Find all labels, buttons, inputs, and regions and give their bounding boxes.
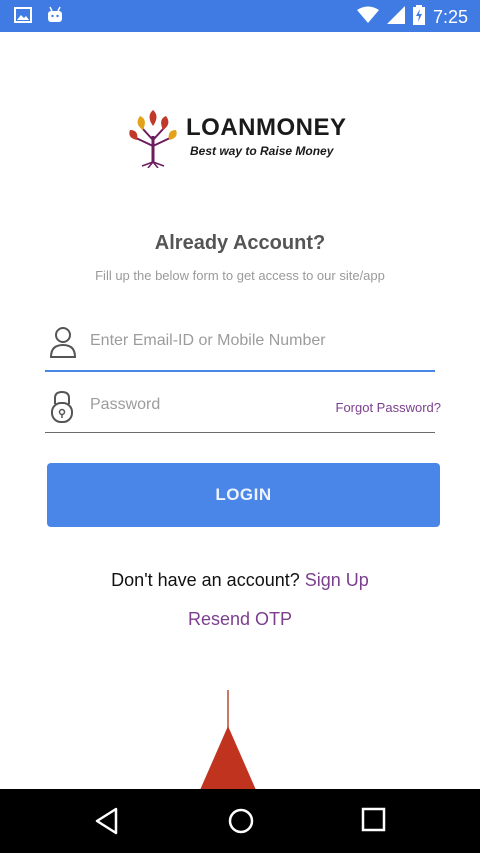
navigation-bar: [0, 789, 480, 853]
email-field: [45, 318, 435, 372]
page-title: Already Account?: [154, 232, 326, 254]
signal-icon: [386, 6, 405, 28]
resend-otp-link[interactable]: Resend OTP: [0, 609, 480, 630]
login-button[interactable]: LOGIN: [47, 463, 440, 527]
status-time: 7:25: [432, 6, 468, 27]
signup-link[interactable]: Sign Up: [305, 570, 369, 590]
user-icon: [49, 326, 77, 362]
battery-charging-icon: [412, 5, 425, 29]
back-icon[interactable]: [94, 807, 120, 839]
no-account-text: Don't have an account?: [111, 570, 300, 590]
password-field: Forgot Password?: [45, 382, 441, 433]
home-icon[interactable]: [227, 807, 255, 839]
tree-logo-icon: [129, 110, 177, 168]
lock-icon: [49, 390, 75, 428]
recents-icon[interactable]: [361, 807, 387, 837]
brand-name: LOANMONEY: [186, 114, 347, 141]
password-input[interactable]: [90, 392, 340, 418]
signup-prompt: Don't have an account? Sign Up: [0, 570, 480, 591]
android-icon: [46, 6, 64, 28]
email-input[interactable]: [90, 328, 340, 354]
image-icon: [14, 7, 32, 27]
decorative-spire-image: [196, 690, 260, 794]
brand-logo: LOANMONEY Best way to Raise Money: [124, 106, 364, 168]
status-bar: 7:25: [0, 0, 480, 32]
forgot-password-link[interactable]: Forgot Password?: [336, 400, 442, 415]
page-subtitle: Fill up the below form to get access to …: [95, 268, 385, 283]
brand-tagline: Best way to Raise Money: [190, 144, 334, 158]
wifi-icon: [356, 6, 379, 28]
